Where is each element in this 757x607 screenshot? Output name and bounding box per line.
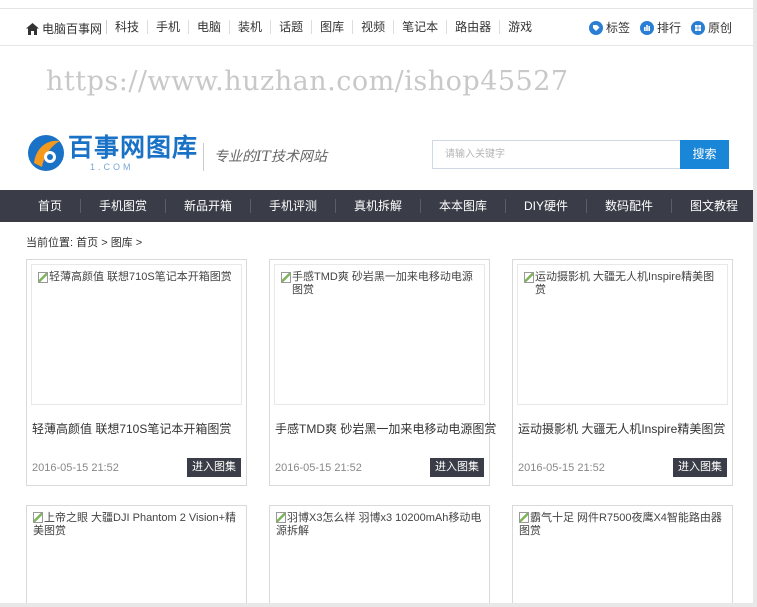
main-nav-item[interactable]: 本本图库 (421, 199, 506, 213)
top-nav: 科技 手机 电脑 装机 话题 图库 视频 笔记本 路由器 游戏 (106, 20, 540, 34)
site-name: 电脑百事网 (42, 22, 103, 36)
main-nav-item-home[interactable]: 首页 (22, 199, 81, 213)
bar-chart-icon (639, 20, 654, 35)
broken-image-icon (524, 272, 534, 283)
main-nav-item[interactable]: 手机图赏 (81, 199, 166, 213)
main-nav-item[interactable]: 手机评测 (251, 199, 336, 213)
site-logo[interactable]: 百事网图库 1.COM (26, 133, 198, 173)
broken-image-icon (33, 512, 43, 523)
site-home-link[interactable]: 电脑百事网 (26, 20, 102, 37)
breadcrumb-label: 当前位置: (26, 237, 74, 249)
top-nav-item[interactable]: 视频 (352, 20, 393, 34)
gallery-date: 2016-05-15 21:52 (518, 462, 605, 474)
site-slogan: 专业的IT技术网站 (203, 143, 327, 171)
top-nav-item[interactable]: 图库 (311, 20, 352, 34)
logo-mark-icon (28, 135, 64, 171)
enter-gallery-button[interactable]: 进入图集 (673, 458, 727, 477)
broken-image-icon (519, 512, 529, 523)
tags-link[interactable]: 标签 (588, 19, 630, 36)
breadcrumb-item[interactable]: 图库 (111, 237, 133, 249)
gallery-card: 上帝之眼 大疆DJI Phantom 2 Vision+精美图赏 (26, 505, 247, 607)
top-bar: 电脑百事网 科技 手机 电脑 装机 话题 图库 视频 笔记本 路由器 游戏 标签… (0, 8, 757, 46)
scrollbar-edge (753, 0, 757, 607)
main-nav: 首页 手机图赏 新品开箱 手机评测 真机拆解 本本图库 DIY硬件 数码配件 图… (0, 190, 757, 222)
top-nav-item[interactable]: 电脑 (188, 20, 229, 34)
main-nav-item[interactable]: 数码配件 (587, 199, 672, 213)
top-nav-item[interactable]: 笔记本 (393, 20, 446, 34)
gallery-card: 霸气十足 网件R7500夜鹰X4智能路由器图赏 (512, 505, 733, 607)
breadcrumb-separator: > (101, 237, 108, 249)
gallery-thumbnail[interactable]: 手感TMD爽 砂岩黑一加来电移动电源图赏 (274, 264, 485, 405)
search-input[interactable] (432, 140, 680, 169)
breadcrumb-separator: > (135, 237, 143, 249)
enter-gallery-button[interactable]: 进入图集 (430, 458, 484, 477)
gallery-date: 2016-05-15 21:52 (32, 462, 119, 474)
thumbnail-alt-text: 手感TMD爽 砂岩黑一加来电移动电源图赏 (292, 271, 473, 296)
thumbnail-alt-text: 上帝之眼 大疆DJI Phantom 2 Vision+精美图赏 (33, 512, 237, 537)
enter-gallery-button[interactable]: 进入图集 (187, 458, 241, 477)
top-nav-item[interactable]: 话题 (270, 20, 311, 34)
thumbnail-alt-text: 运动摄影机 大疆无人机Inspire精美图赏 (535, 271, 715, 296)
thumbnail-alt-text: 羽博X3怎么样 羽博x3 10200mAh移动电源拆解 (276, 512, 482, 537)
tag-icon (588, 20, 603, 35)
gallery-thumbnail[interactable]: 上帝之眼 大疆DJI Phantom 2 Vision+精美图赏 (33, 512, 240, 538)
gallery-title[interactable]: 运动摄影机 大疆无人机Inspire精美图赏 (518, 420, 725, 437)
gallery-card: 手感TMD爽 砂岩黑一加来电移动电源图赏 手感TMD爽 砂岩黑一加来电移动电源图… (269, 259, 496, 486)
gallery-thumbnail[interactable]: 轻薄高颜值 联想710S笔记本开箱图赏 (31, 264, 242, 405)
ranking-link-label: 排行 (656, 21, 681, 35)
gallery-thumbnail[interactable]: 羽博X3怎么样 羽博x3 10200mAh移动电源拆解 (276, 512, 483, 538)
thumbnail-alt-text: 霸气十足 网件R7500夜鹰X4智能路由器图赏 (519, 512, 722, 537)
original-link-label: 原创 (707, 21, 732, 35)
top-nav-item[interactable]: 游戏 (499, 20, 540, 34)
bottom-edge (0, 603, 757, 607)
logo-domain-text: 1.COM (90, 162, 134, 172)
main-nav-item[interactable]: 真机拆解 (336, 199, 421, 213)
top-right-links: 标签 排行 原创 (588, 19, 732, 36)
gallery-title[interactable]: 轻薄高颜值 联想710S笔记本开箱图赏 (32, 420, 231, 437)
gallery-card: 轻薄高颜值 联想710S笔记本开箱图赏 轻薄高颜值 联想710S笔记本开箱图赏 … (26, 259, 247, 486)
search-box: 搜索 (432, 140, 729, 169)
top-nav-item[interactable]: 路由器 (446, 20, 499, 34)
gallery-title[interactable]: 手感TMD爽 砂岩黑一加来电移动电源图赏 (275, 420, 496, 437)
gallery-card: 运动摄影机 大疆无人机Inspire精美图赏 运动摄影机 大疆无人机Inspir… (512, 259, 733, 486)
breadcrumb: 当前位置: 首页 > 图库 > (26, 234, 142, 250)
watermark-url: https://www.huzhan.com/ishop45527 (46, 66, 569, 97)
windows-icon (690, 20, 705, 35)
logo-text: 百事网图库 (68, 134, 199, 162)
thumbnail-alt-text: 轻薄高颜值 联想710S笔记本开箱图赏 (49, 271, 232, 283)
original-link[interactable]: 原创 (690, 19, 732, 36)
main-nav-item[interactable]: DIY硬件 (506, 199, 587, 213)
broken-image-icon (276, 512, 286, 523)
broken-image-icon (38, 272, 48, 283)
gallery-thumbnail[interactable]: 霸气十足 网件R7500夜鹰X4智能路由器图赏 (519, 512, 726, 538)
search-button[interactable]: 搜索 (680, 140, 729, 169)
tags-link-label: 标签 (605, 21, 630, 35)
breadcrumb-item[interactable]: 首页 (76, 237, 98, 249)
gallery-thumbnail[interactable]: 运动摄影机 大疆无人机Inspire精美图赏 (517, 264, 728, 405)
home-icon (26, 22, 39, 35)
top-nav-item[interactable]: 装机 (229, 20, 270, 34)
top-nav-item[interactable]: 手机 (147, 20, 188, 34)
top-nav-item[interactable]: 科技 (106, 20, 147, 34)
main-nav-item[interactable]: 新品开箱 (166, 199, 251, 213)
gallery-date: 2016-05-15 21:52 (275, 462, 362, 474)
main-nav-item[interactable]: 图文教程 (672, 199, 757, 213)
ranking-link[interactable]: 排行 (639, 19, 681, 36)
broken-image-icon (281, 272, 291, 283)
gallery-card: 羽博X3怎么样 羽博x3 10200mAh移动电源拆解 (269, 505, 490, 607)
